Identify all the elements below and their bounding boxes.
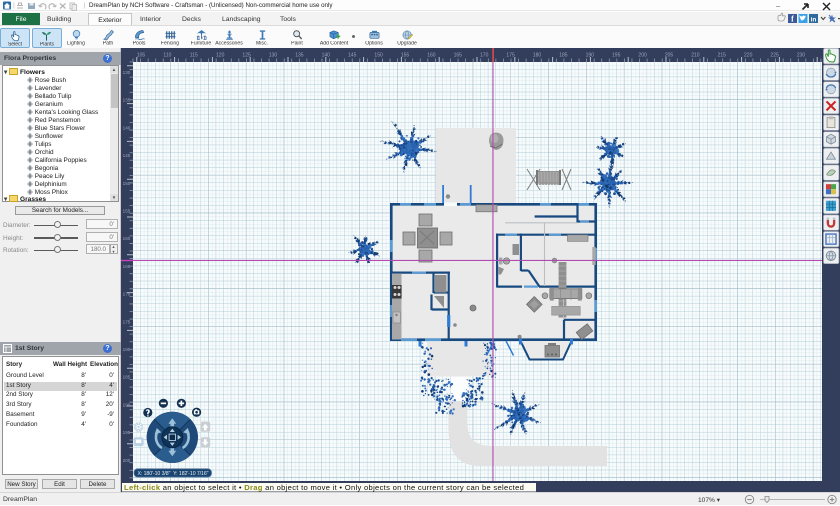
svg-text:140: 140 [123,125,131,130]
svg-text:190: 190 [123,402,131,407]
svg-text:165: 165 [454,52,463,58]
svg-text:160: 160 [123,236,131,241]
svg-text:f: f [791,15,794,24]
svg-text:125: 125 [242,52,251,58]
svg-text:185: 185 [559,52,568,58]
svg-text:135: 135 [295,52,304,58]
svg-text:180: 180 [533,52,542,58]
svg-text:175: 175 [123,319,131,324]
svg-text:140: 140 [322,52,331,58]
svg-text:X: 180'-10 3/8" Y: 182'-10 7/: X: 180'-10 3/8" Y: 182'-10 7/16" [138,471,209,477]
svg-text:230: 230 [797,52,806,58]
svg-text:200: 200 [123,458,131,463]
svg-text:190: 190 [586,52,595,58]
svg-text:170: 170 [480,52,489,58]
svg-text:180: 180 [123,347,131,352]
svg-text:135: 135 [123,98,131,103]
svg-text:155: 155 [123,209,131,214]
svg-text:150: 150 [123,181,131,186]
svg-text:175: 175 [506,52,515,58]
svg-text:215: 215 [718,52,727,58]
svg-text:225: 225 [770,52,779,58]
svg-text:150: 150 [374,52,383,58]
svg-text:145: 145 [123,153,131,158]
svg-text:170: 170 [123,292,131,297]
svg-text:160: 160 [427,52,436,58]
svg-text:185: 185 [123,375,131,380]
svg-text:195: 195 [123,430,131,435]
svg-text:200: 200 [638,52,647,58]
svg-text:115: 115 [190,52,198,58]
svg-text:145: 145 [348,52,357,58]
svg-text:220: 220 [744,52,753,58]
svg-text:165: 165 [123,264,131,269]
svg-text:155: 155 [401,52,410,58]
svg-text:110: 110 [163,52,171,58]
svg-text:130: 130 [269,52,278,58]
svg-text:195: 195 [612,52,621,58]
svg-text:205: 205 [665,52,674,58]
svg-text:in: in [811,17,817,24]
svg-text:210: 210 [691,52,700,58]
svg-text:120: 120 [216,52,225,58]
svg-text:130: 130 [123,70,131,75]
svg-text:105: 105 [137,52,146,58]
